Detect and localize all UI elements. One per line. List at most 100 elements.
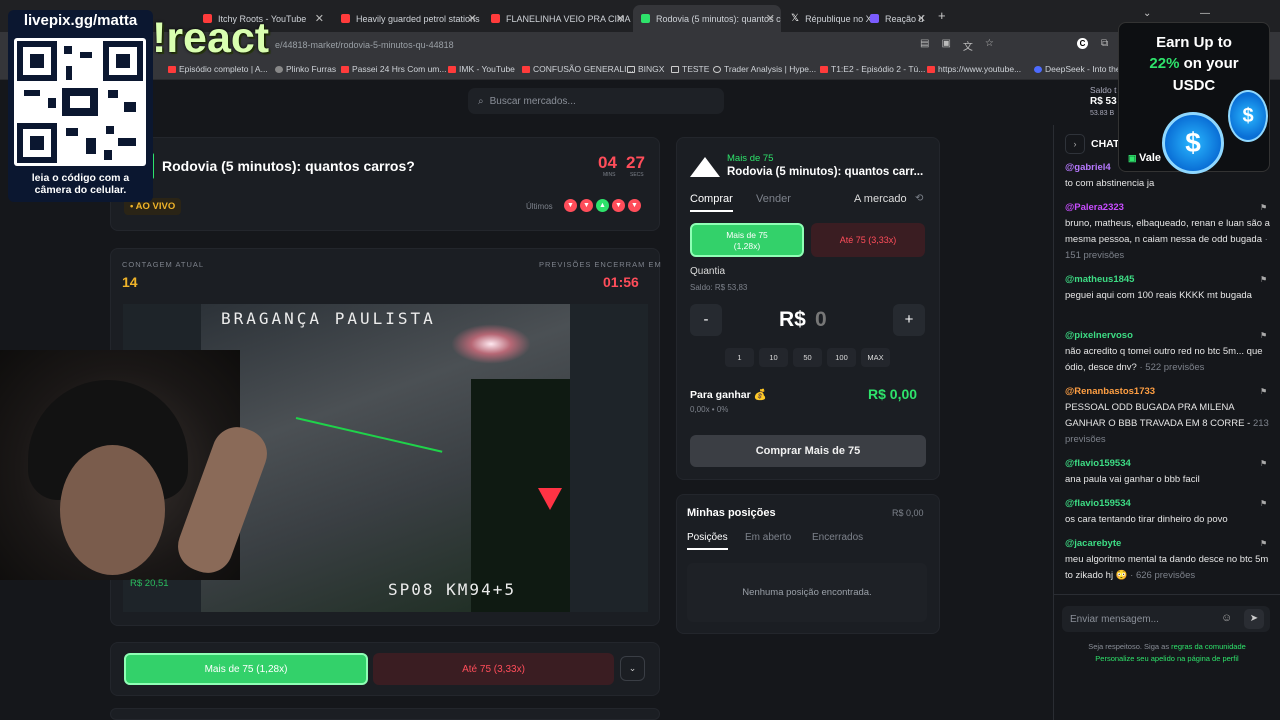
search-input[interactable]: ⌕ Buscar mercados... — [468, 88, 724, 114]
chat-message: os cara tentando tirar dinheiro do povo — [1065, 514, 1228, 525]
report-flag-icon[interactable]: ⚑ — [1260, 499, 1267, 508]
report-flag-icon[interactable]: ⚑ — [1260, 387, 1267, 396]
bookmark-item[interactable]: Trader Analysis | Hype... — [713, 64, 816, 74]
community-rules-link[interactable]: regras da comunidade — [1171, 642, 1246, 651]
x-logo-icon: 𝕏 — [791, 13, 800, 24]
browser-tab[interactable]: 𝕏 République no X: " — [783, 5, 871, 32]
emoji-icon[interactable]: ☺ — [1221, 612, 1232, 624]
bookmark-item[interactable]: Plinko Furras — [275, 64, 336, 74]
bookmark-item[interactable]: https://www.youtube... — [927, 64, 1021, 74]
trade-title: Rodovia (5 minutos): quantos carr... — [727, 166, 924, 178]
down-arrow-icon — [538, 488, 562, 510]
camera-location-overlay: BRAGANÇA PAULISTA — [221, 309, 436, 328]
bookmark-star-icon[interactable]: ☆ — [985, 38, 994, 53]
bookmark-folder[interactable]: BINGX — [627, 64, 664, 74]
usdc-coin-icon: $ — [1228, 90, 1268, 142]
youtube-icon — [522, 65, 530, 73]
recent-results: ▼ ▼ ▲ ▼ ▼ — [564, 199, 641, 212]
balance-widget[interactable]: Saldo t R$ 53 53.83 B — [1090, 84, 1117, 120]
extensions-icon[interactable]: ⧉ — [1101, 38, 1108, 49]
collapse-chat-icon[interactable]: › — [1065, 134, 1085, 154]
tab-search-icon[interactable]: ⌄ — [1143, 8, 1151, 19]
chat-divider — [1054, 594, 1280, 595]
bet-under-button[interactable]: Até 75 (3,33x) — [373, 653, 614, 685]
chat-username[interactable]: @matheus1845 — [1065, 274, 1134, 285]
chat-username[interactable]: @gabriel4 — [1065, 162, 1111, 173]
bookmark-item[interactable]: Passei 24 Hrs Com um... — [341, 64, 446, 74]
send-icon[interactable]: ➤ — [1244, 609, 1264, 629]
option-over-button[interactable]: Mais de 75 (1,28x) — [690, 223, 804, 257]
tab-open[interactable]: Em aberto — [745, 532, 791, 543]
chat-username[interactable]: @Palera2323 — [1065, 202, 1124, 213]
decrease-button[interactable]: - — [690, 304, 722, 336]
new-tab-button[interactable]: + — [938, 8, 946, 23]
close-tab-icon[interactable]: ✕ — [468, 12, 477, 25]
preset-button[interactable]: 100 — [827, 348, 856, 367]
translate-icon[interactable]: 文 — [963, 38, 973, 53]
preset-button[interactable]: 50 — [793, 348, 822, 367]
browser-tab-active[interactable]: Rodovia (5 minutos): quantos c ✕ — [633, 5, 781, 32]
face — [60, 445, 165, 575]
chat-title: CHAT — [1091, 138, 1120, 150]
browser-tab[interactable]: Heavily guarded petrol stations ✕ — [333, 5, 483, 32]
preset-button[interactable]: 10 — [759, 348, 788, 367]
browser-tab[interactable]: Reação d ✕ — [862, 5, 932, 32]
bookmark-item[interactable]: Episódio completo | A... — [168, 64, 268, 74]
chat-message-input[interactable]: Enviar mensagem... — [1062, 606, 1270, 632]
report-flag-icon[interactable]: ⚑ — [1260, 203, 1267, 212]
folder-icon — [671, 65, 679, 73]
report-flag-icon[interactable]: ⚑ — [1260, 539, 1267, 548]
balance-text: Saldo: R$ 53,83 — [690, 283, 748, 292]
tab-buy[interactable]: Comprar — [690, 193, 733, 212]
bookmark-item[interactable]: CONFUSÃO GENERALI... — [522, 64, 634, 74]
order-type-select[interactable]: A mercado — [854, 193, 907, 205]
logo-icon: ▣ — [1128, 153, 1140, 163]
url-text[interactable]: e/44818-market/rodovia-5-minutos-qu-4481… — [275, 40, 454, 50]
youtube-icon — [927, 65, 935, 73]
market-triangle-icon — [690, 157, 720, 177]
close-tab-icon[interactable]: ✕ — [315, 12, 324, 25]
bookmark-folder[interactable]: TESTE — [671, 64, 709, 74]
bookmark-item[interactable]: DeepSeek - Into the — [1034, 64, 1121, 74]
chat-message: to com abstinencia ja — [1065, 178, 1155, 189]
amount-input[interactable]: 0 — [815, 308, 827, 332]
profile-icon[interactable]: C — [1077, 38, 1088, 49]
minimize-icon[interactable]: — — [1200, 8, 1210, 19]
chat-username[interactable]: @flavio159534 — [1065, 498, 1131, 509]
bet-over-button[interactable]: Mais de 75 (1,28x) — [124, 653, 368, 685]
increase-button[interactable]: + — [893, 304, 925, 336]
headlights — [451, 324, 531, 364]
report-flag-icon[interactable]: ⚑ — [1260, 275, 1267, 284]
qr-code-image — [17, 41, 143, 163]
bookmark-item[interactable]: IMK - YouTube — [448, 64, 515, 74]
buy-button[interactable]: Comprar Mais de 75 — [690, 435, 926, 467]
preset-button[interactable]: 1 — [725, 348, 754, 367]
close-tab-icon[interactable]: ✕ — [917, 12, 926, 25]
tab-positions[interactable]: Posições — [687, 532, 728, 550]
chat-username[interactable]: @Renanbastos1733 — [1065, 386, 1155, 397]
tab-sell[interactable]: Vender — [756, 193, 791, 205]
down-result-icon: ▼ — [612, 199, 625, 212]
react-overlay-text: !react — [152, 14, 270, 62]
close-tab-icon[interactable]: ✕ — [766, 12, 775, 25]
qr-code — [14, 38, 146, 166]
close-tab-icon[interactable]: ✕ — [616, 12, 625, 25]
option-under-button[interactable]: Até 75 (3,33x) — [811, 223, 925, 257]
report-flag-icon[interactable]: ⚑ — [1260, 459, 1267, 468]
reader-icon[interactable]: ▤ — [920, 38, 929, 53]
timer-minutes: 04 — [598, 153, 617, 172]
address-bar-actions: ▤ ▣ 文 ☆ — [920, 38, 994, 53]
chat-username[interactable]: @flavio159534 — [1065, 458, 1131, 469]
chat-username[interactable]: @pixelnervoso — [1065, 330, 1133, 341]
report-flag-icon[interactable]: ⚑ — [1260, 331, 1267, 340]
refresh-icon[interactable]: ⟲ — [915, 193, 923, 204]
browser-tab[interactable]: FLANELINHA VEIO PRA CIMA, D ✕ — [483, 5, 631, 32]
chat-username[interactable]: @jacarebyte — [1065, 538, 1121, 549]
selected-side-label: Mais de 75 — [727, 153, 774, 164]
preset-max-button[interactable]: MAX — [861, 348, 890, 367]
expand-chevron-icon[interactable]: ⌄ — [620, 656, 645, 681]
profile-nick-link[interactable]: Personalize seu apelido na página de per… — [1058, 654, 1276, 663]
screenshot-icon[interactable]: ▣ — [941, 38, 950, 53]
tab-closed[interactable]: Encerrados — [812, 532, 863, 543]
bookmark-item[interactable]: T1:E2 - Episódio 2 - Tú... — [820, 64, 925, 74]
